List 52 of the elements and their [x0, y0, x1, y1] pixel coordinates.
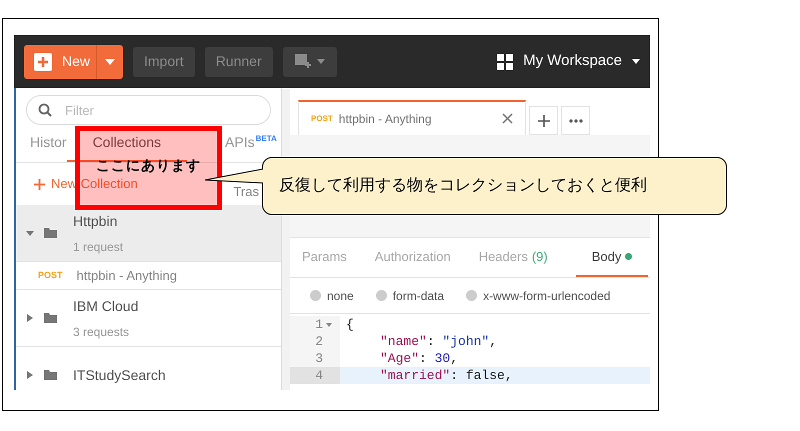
- callout-text: 反復して利用する物をコレクションしておくと便利: [279, 176, 647, 196]
- more-button[interactable]: [561, 106, 590, 135]
- radio-option[interactable]: form-data: [376, 286, 444, 304]
- collection-name: ITStudySearch: [73, 366, 166, 385]
- request-subtab[interactable]: Headers (9): [478, 238, 548, 277]
- add-tab-button[interactable]: [529, 106, 558, 135]
- new-button[interactable]: New: [24, 44, 123, 78]
- toolbar-button[interactable]: Import: [133, 46, 195, 76]
- highlight-label: ここにあります: [96, 159, 201, 175]
- plus-icon: [34, 178, 45, 190]
- collection-item[interactable]: Httpbin 1 request: [16, 205, 281, 262]
- window-plus-icon: [294, 54, 312, 69]
- request-count: 3 requests: [73, 324, 130, 340]
- trash-link[interactable]: Tras: [233, 182, 259, 202]
- caret-right-icon: [26, 371, 34, 379]
- workspace-menu[interactable]: My Workspace: [497, 50, 640, 73]
- method-label: POST: [38, 268, 63, 282]
- collection-name: IBM Cloud: [73, 296, 138, 316]
- request-tab[interactable]: POST httpbin - Anything: [298, 100, 526, 135]
- caret-down-icon: [26, 229, 34, 237]
- folder-icon: [44, 228, 57, 238]
- collection-name: Httpbin: [73, 212, 118, 231]
- request-name: httpbin - Anything: [76, 266, 177, 285]
- toolbar-button[interactable]: Runner: [204, 46, 273, 76]
- request-subtab[interactable]: Body: [576, 238, 648, 277]
- folder-icon: [44, 370, 57, 380]
- radio-option[interactable]: none: [310, 286, 354, 304]
- plus-icon: [538, 114, 550, 126]
- search-icon: [38, 103, 52, 117]
- sidebar-tab[interactable]: Histor: [30, 125, 67, 162]
- plus-icon: [34, 52, 52, 70]
- request-count: 1 request: [73, 238, 124, 256]
- radio-option[interactable]: x-www-form-urlencoded: [466, 286, 610, 304]
- search-field[interactable]: Filter: [26, 95, 271, 125]
- more-icon: [568, 118, 582, 122]
- folder-icon: [44, 313, 57, 323]
- caret-icon: [105, 58, 115, 64]
- caret-icon: [632, 59, 640, 64]
- request-tab-title: httpbin - Anything: [338, 110, 432, 128]
- request-subtab[interactable]: Authorization: [374, 238, 451, 277]
- new-window-button[interactable]: [282, 46, 337, 76]
- request-subtab[interactable]: Params: [302, 238, 347, 277]
- line-number: 4: [290, 367, 340, 384]
- grid-icon: [497, 54, 514, 70]
- sidebar-tab[interactable]: APIs$^{BETA}$: [225, 125, 277, 162]
- line-number: 3: [290, 350, 340, 367]
- line-number: 1: [290, 316, 340, 333]
- close-icon[interactable]: [502, 113, 513, 124]
- line-number: 2: [290, 333, 340, 350]
- caret-icon: [316, 59, 325, 64]
- method-label: POST: [311, 112, 333, 124]
- caret-right-icon: [26, 314, 34, 322]
